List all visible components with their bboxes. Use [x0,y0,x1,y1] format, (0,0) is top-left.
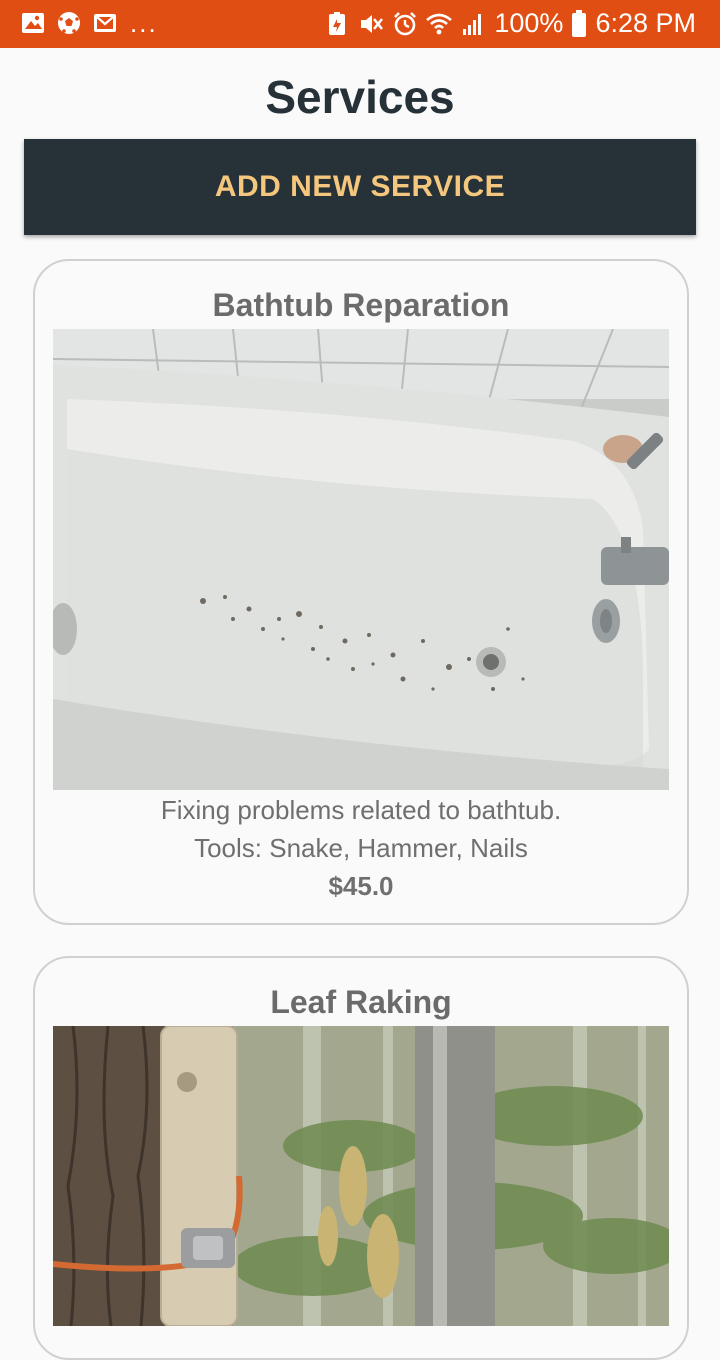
wifi-icon [426,13,453,34]
battery-saver-icon [329,11,346,35]
signal-icon [463,13,482,35]
battery-icon [572,9,587,37]
service-title: Bathtub Reparation [212,287,510,323]
mail-icon [94,14,116,32]
more-notifications-indicator: ... [130,8,158,38]
service-title: Leaf Raking [270,984,452,1020]
service-card[interactable]: Bathtub Reparation Fixing problems relat… [33,259,689,925]
mute-icon [361,14,384,33]
clock: 6:28 PM [595,8,696,38]
system-icons: 100% 6:28 PM [324,8,696,39]
alarm-icon [394,11,417,35]
page-title: Services [265,71,455,123]
notification-icons: ... [20,10,158,36]
service-photo-bathtub [53,329,669,790]
service-photo-leaf-raking [53,1026,669,1326]
service-tools: Tools: Snake, Hammer, Nails [194,833,528,863]
battery-percent: 100% [494,8,564,38]
service-card[interactable]: Leaf Raking [33,956,689,1360]
service-price: $45.0 [328,871,394,901]
soccer-ball-icon [58,12,80,34]
status-bar: ... 100% 6:28 PM [0,0,720,48]
service-description: Fixing problems related to bathtub. [160,795,562,825]
image-icon [22,13,44,33]
add-new-service-button[interactable]: ADD NEW SERVICE [24,139,696,235]
